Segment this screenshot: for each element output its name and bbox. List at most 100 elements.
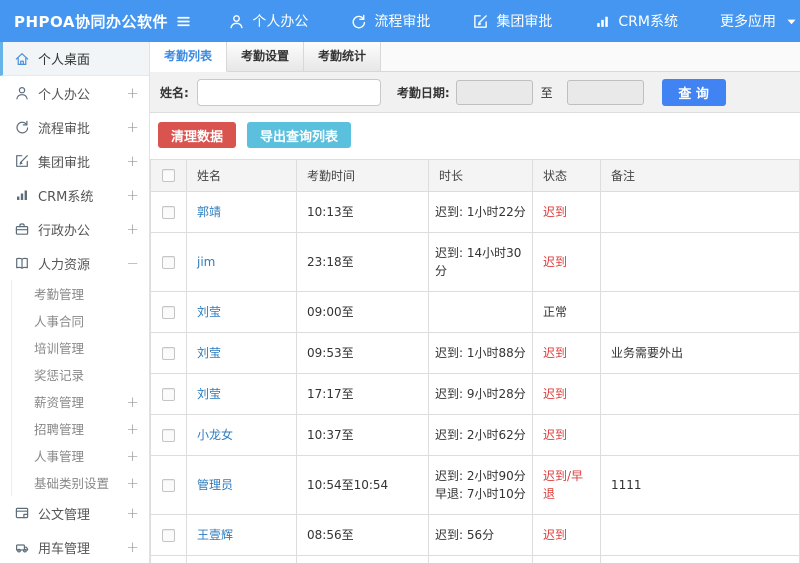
expand-icon: + xyxy=(126,152,139,170)
status-badge: 迟到/早退 xyxy=(543,469,584,501)
sidebar-item-label: 公文管理 xyxy=(38,507,91,523)
filter-bar: 姓名: 考勤日期: 至 查 询 xyxy=(150,72,800,113)
duration-cell: 迟到: 9小时28分 xyxy=(428,373,533,415)
row-checkbox[interactable] xyxy=(162,478,175,492)
home-icon xyxy=(14,51,30,67)
top-navigation: 个人办公 流程审批 集团审批 CRM系统 更多应用 xyxy=(228,11,800,31)
sidebar-subitem-training-management[interactable]: 培训管理 xyxy=(12,334,149,361)
table-row: 管理员 10:54至10:54 迟到: 2小时90分 早退: 7小时10分 迟到/早退 1… xyxy=(150,455,800,515)
sidebar-item-vehicle-management[interactable]: 用车管理 + xyxy=(0,530,149,563)
sidebar-subitem-personnel-management[interactable]: 人事管理 + xyxy=(12,442,149,469)
attendance-time-cell: 10:54至10:54 xyxy=(296,455,429,515)
sidebar-item-personal-office[interactable]: 个人办公 + xyxy=(0,76,149,110)
topnav-item-workflow-approval[interactable]: 流程审批 xyxy=(350,11,430,31)
status-badge: 迟到 xyxy=(543,346,568,360)
book-icon xyxy=(14,255,30,271)
topnav-item-crm-system[interactable]: CRM系统 xyxy=(594,11,678,31)
sidebar-subitem-personnel-contract[interactable]: 人事合同 xyxy=(12,307,149,334)
sidebar-item-personal-desktop[interactable]: 个人桌面 xyxy=(0,42,149,76)
sidebar-item-workflow-approval[interactable]: 流程审批 + xyxy=(0,110,149,144)
edit-icon xyxy=(14,153,30,169)
attendance-time-cell: 13:20至13:20 xyxy=(296,555,429,563)
export-list-button[interactable]: 导出查询列表 xyxy=(247,122,352,148)
sidebar-item-document-management[interactable]: 公文管理 + xyxy=(0,496,149,530)
employee-name-link[interactable]: 小龙女 xyxy=(197,428,233,442)
attendance-table: 姓名 考勤时间 时长 状态 备注 郭靖 10:13至 迟到: 1小时22分 迟到 jim 23:1… xyxy=(150,159,800,563)
date-from-input[interactable] xyxy=(455,79,533,105)
row-checkbox[interactable] xyxy=(162,255,175,269)
checkbox-cell xyxy=(150,332,187,374)
checkbox-cell xyxy=(150,514,187,556)
row-checkbox[interactable] xyxy=(162,528,175,542)
expand-icon: + xyxy=(126,446,139,465)
name-cell: 郭靖 xyxy=(186,191,297,233)
topnav-item-label: 个人办公 xyxy=(252,14,309,30)
tab-strip: 考勤列表 考勤设置 考勤统计 xyxy=(150,42,800,72)
search-button[interactable]: 查 询 xyxy=(661,78,726,106)
clean-data-button[interactable]: 清理数据 xyxy=(158,122,237,148)
sidebar-subitem-label: 考勤管理 xyxy=(34,287,85,302)
topnav-item-personal-office[interactable]: 个人办公 xyxy=(228,11,308,31)
name-cell: 刘莹 xyxy=(186,373,297,415)
attendance-time-cell: 09:00至 xyxy=(296,291,429,333)
sidebar-subitem-recruitment-management[interactable]: 招聘管理 + xyxy=(12,415,149,442)
sidebar-subitem-label: 人事合同 xyxy=(34,314,85,329)
employee-name-link[interactable]: 刘莹 xyxy=(197,387,221,401)
row-checkbox[interactable] xyxy=(162,428,175,442)
employee-name-link[interactable]: 管理员 xyxy=(197,478,233,492)
tab-attendance-statistics[interactable]: 考勤统计 xyxy=(304,42,381,71)
note-cell xyxy=(600,191,800,233)
duration-cell: 迟到: 1小时22分 xyxy=(428,191,533,233)
sidebar-toggle-button[interactable] xyxy=(172,8,195,34)
expand-icon: + xyxy=(126,419,139,438)
row-checkbox[interactable] xyxy=(162,346,175,360)
column-header: 备注 xyxy=(600,159,800,192)
status-cell: 迟到/早退 xyxy=(532,455,601,515)
duration-line: 迟到: 1小时88分 xyxy=(435,346,526,360)
employee-name-link[interactable]: 刘莹 xyxy=(197,346,221,360)
topnav-item-group-approval[interactable]: 集团审批 xyxy=(472,11,552,31)
topnav-item-label: CRM系统 xyxy=(618,14,678,30)
employee-name-link[interactable]: jim xyxy=(197,255,215,269)
topnav-item-more-apps[interactable]: 更多应用 xyxy=(720,11,800,31)
date-to-input[interactable] xyxy=(566,79,644,105)
status-cell: 迟到 xyxy=(532,332,601,374)
expand-icon: + xyxy=(126,118,139,136)
sidebar-item-group-approval[interactable]: 集团审批 + xyxy=(0,144,149,178)
note-cell xyxy=(600,414,800,456)
expand-icon: + xyxy=(126,504,139,522)
sidebar-subitem-salary-management[interactable]: 薪资管理 + xyxy=(12,388,149,415)
tab-attendance-settings[interactable]: 考勤设置 xyxy=(227,42,304,71)
note-cell: 业务需要外出 xyxy=(600,332,800,374)
row-checkbox[interactable] xyxy=(162,205,175,219)
duration-line: 迟到: 1小时22分 xyxy=(435,205,526,219)
name-filter-input[interactable] xyxy=(196,78,381,106)
status-cell: 迟到 xyxy=(532,373,601,415)
date-filter-label: 考勤日期: xyxy=(396,85,450,100)
employee-name-link[interactable]: 郭靖 xyxy=(197,205,221,219)
tab-attendance-list[interactable]: 考勤列表 xyxy=(150,42,227,72)
sidebar-item-human-resources[interactable]: 人力资源 − xyxy=(0,246,149,280)
employee-name-link[interactable]: 刘莹 xyxy=(197,305,221,319)
sidebar-subitem-base-category-settings[interactable]: 基础类别设置 + xyxy=(12,469,149,496)
expand-icon: + xyxy=(126,220,139,238)
sidebar-submenu-human-resources: 考勤管理 人事合同 培训管理 奖惩记录 薪资管理 + 招聘管理 + 人事管理 + 基础类别设置 + xyxy=(11,280,149,496)
sidebar-item-admin-office[interactable]: 行政办公 + xyxy=(0,212,149,246)
row-checkbox[interactable] xyxy=(162,387,175,401)
select-all-checkbox[interactable] xyxy=(162,169,175,182)
duration-cell xyxy=(428,291,533,333)
status-badge: 迟到 xyxy=(543,255,568,269)
action-bar: 清理数据 导出查询列表 xyxy=(150,113,800,159)
employee-name-link[interactable]: 王壹辉 xyxy=(197,528,233,542)
row-checkbox[interactable] xyxy=(162,305,175,319)
sidebar-item-crm-system[interactable]: CRM系统 + xyxy=(0,178,149,212)
date-range-to-label: 至 xyxy=(540,85,553,100)
checkbox-cell xyxy=(150,555,187,563)
sidebar-subitem-attendance-management[interactable]: 考勤管理 xyxy=(12,280,149,307)
sidebar-subitem-label: 招聘管理 xyxy=(34,422,85,437)
sidebar-subitem-label: 基础类别设置 xyxy=(34,476,110,491)
duration-line: 迟到: 14小时30分 xyxy=(435,246,522,278)
briefcase-icon xyxy=(14,221,30,237)
sidebar-subitem-reward-punishment-records[interactable]: 奖惩记录 xyxy=(12,361,149,388)
duration-line: 迟到: 9小时28分 xyxy=(435,387,526,401)
